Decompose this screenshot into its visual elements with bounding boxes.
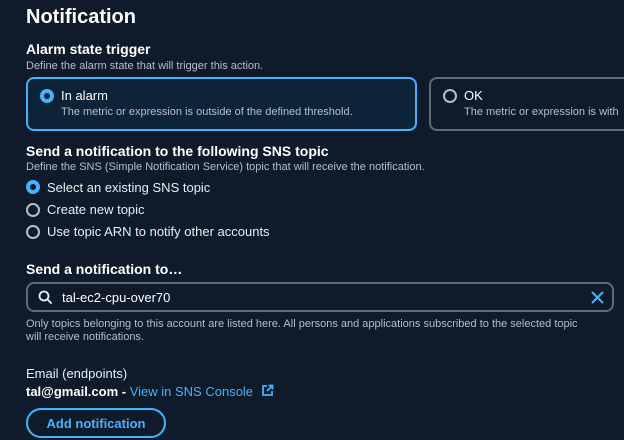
in-alarm-label: In alarm [61, 88, 108, 103]
endpoint-separator: - [118, 384, 130, 399]
page-title: Notification [26, 6, 136, 28]
topic-search-input[interactable]: tal-ec2-cpu-over70 [26, 282, 614, 312]
search-icon [38, 290, 52, 304]
use-topic-arn-radio[interactable] [26, 225, 40, 239]
ok-radio[interactable] [443, 89, 457, 103]
endpoints-title: Email (endpoints) [26, 366, 128, 381]
sns-topic-description: Define the SNS (Simple Notification Serv… [26, 161, 425, 173]
in-alarm-description: The metric or expression is outside of t… [61, 106, 353, 118]
ok-option-card[interactable]: OK The metric or expression is with [429, 77, 624, 131]
endpoint-row: tal@gmail.com - View in SNS Console [26, 384, 274, 399]
clear-icon[interactable] [591, 291, 604, 304]
ok-label: OK [464, 88, 483, 103]
search-value: tal-ec2-cpu-over70 [62, 290, 171, 305]
select-existing-topic-radio[interactable] [26, 180, 40, 194]
create-new-topic-radio[interactable] [26, 203, 40, 217]
use-topic-arn-label[interactable]: Use topic ARN to notify other accounts [47, 224, 270, 239]
endpoint-email: tal@gmail.com [26, 384, 119, 399]
search-help-text-line1: Only topics belonging to this account ar… [26, 318, 578, 330]
ok-description: The metric or expression is with [464, 106, 619, 118]
create-new-topic-label[interactable]: Create new topic [47, 202, 145, 217]
alarm-state-title: Alarm state trigger [26, 41, 151, 57]
in-alarm-option-card[interactable]: In alarm The metric or expression is out… [26, 77, 417, 131]
send-to-title: Send a notification to… [26, 261, 183, 277]
alarm-state-description: Define the alarm state that will trigger… [26, 60, 264, 72]
add-notification-button[interactable]: Add notification [26, 408, 166, 438]
sns-topic-title: Send a notification to the following SNS… [26, 143, 329, 159]
view-in-sns-console-link[interactable]: View in SNS Console [130, 384, 253, 399]
search-help-text-line2: will receive notifications. [26, 331, 144, 343]
in-alarm-radio[interactable] [40, 89, 54, 103]
select-existing-topic-label[interactable]: Select an existing SNS topic [47, 180, 210, 195]
external-link-icon[interactable] [261, 384, 274, 397]
